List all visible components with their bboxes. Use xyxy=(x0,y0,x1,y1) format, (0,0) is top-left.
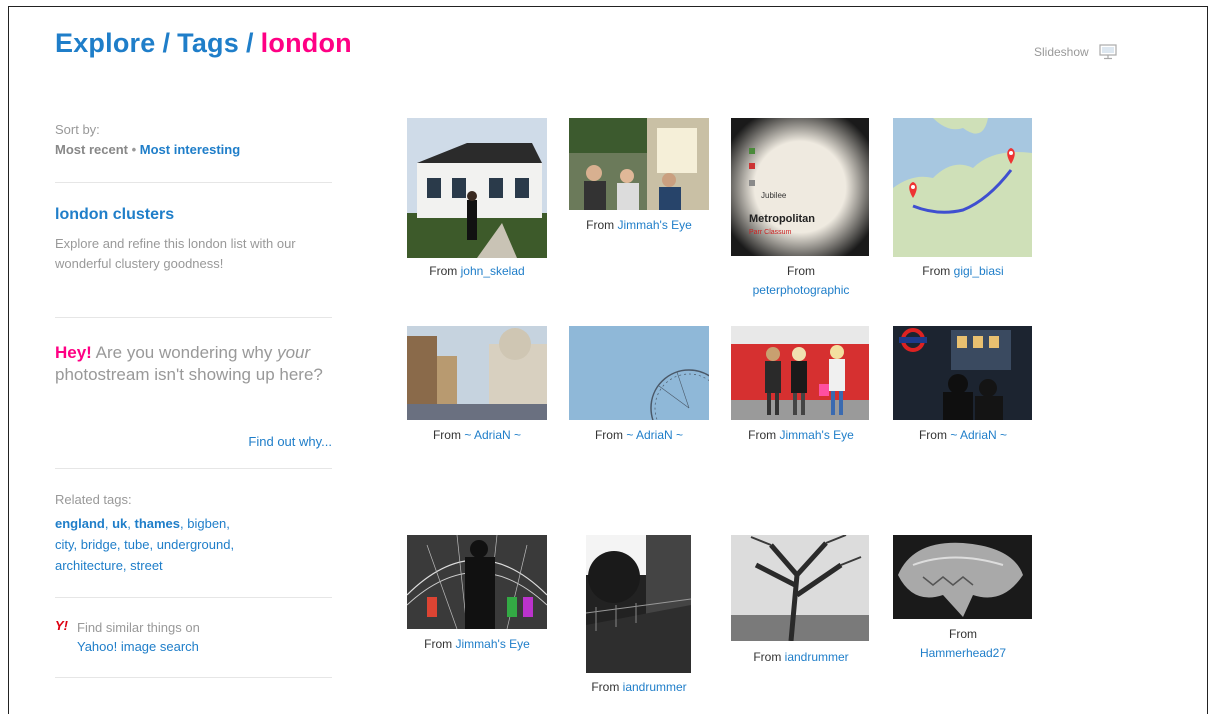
caption-from: From xyxy=(949,627,977,641)
map-text-metropolitan: Metropolitan xyxy=(749,213,815,225)
divider xyxy=(55,317,332,318)
photo-caption: From gigi_biasi xyxy=(888,262,1038,281)
divider xyxy=(55,468,332,469)
photo-author-link[interactable]: Jimmah's Eye xyxy=(456,637,530,651)
photo-thumbnail[interactable]: Metropolitan Parr Classum Jubilee xyxy=(731,118,869,256)
sort-most-interesting-link[interactable]: Most interesting xyxy=(140,142,240,157)
yahoo-logo-icon: Y! xyxy=(55,618,68,633)
sort-label: Sort by: xyxy=(55,122,100,137)
photo-caption: From ~ AdriaN ~ xyxy=(888,426,1038,445)
photo-caption: From ~ AdriaN ~ xyxy=(564,426,714,445)
yahoo-image-search-link[interactable]: Yahoo! image search xyxy=(77,637,200,656)
caption-from: From xyxy=(594,428,623,442)
yahoo-search-promo: Y! Find similar things on Yahoo! image s… xyxy=(55,618,200,656)
tag-link[interactable]: city xyxy=(55,537,74,552)
photo-thumbnail[interactable] xyxy=(893,118,1032,257)
photostream-notice: Hey! Are you wondering why your photostr… xyxy=(55,342,335,386)
caption-from: From xyxy=(748,428,777,442)
photo-author-link[interactable]: ~ AdriaN ~ xyxy=(464,428,521,442)
tag-link[interactable]: bigben xyxy=(187,516,226,531)
photo-author-link[interactable]: ~ AdriaN ~ xyxy=(950,428,1007,442)
photo-caption: From Jimmah's Eye xyxy=(402,635,552,654)
sort-separator: • xyxy=(131,142,137,157)
tag-link[interactable]: street xyxy=(130,558,163,573)
map-text-parr: Parr Classum xyxy=(749,229,792,236)
photo-author-link[interactable]: ~ AdriaN ~ xyxy=(626,428,683,442)
monitor-icon xyxy=(1099,44,1117,60)
breadcrumb-tags[interactable]: Tags xyxy=(177,28,239,58)
caption-from: From xyxy=(591,680,620,694)
photo-thumbnail[interactable] xyxy=(407,326,547,420)
photo-thumbnail[interactable] xyxy=(893,326,1032,420)
notice-text-2: photostream isn't showing up here? xyxy=(55,365,323,384)
photo-caption: From Jimmah's Eye xyxy=(564,216,714,235)
photo-caption: From peterphotographic xyxy=(726,262,876,300)
caption-from: From xyxy=(753,650,782,664)
find-out-why-link[interactable]: Find out why... xyxy=(248,434,332,449)
photo-caption: From Hammerhead27 xyxy=(888,625,1038,663)
photo-thumbnail[interactable] xyxy=(407,535,547,629)
photo-author-link[interactable]: Jimmah's Eye xyxy=(780,428,854,442)
photo-author-link[interactable]: iandrummer xyxy=(785,650,849,664)
photo-thumbnail[interactable] xyxy=(893,535,1032,619)
divider xyxy=(55,677,332,678)
caption-from: From xyxy=(432,428,461,442)
related-tags-list: england, uk, thames, bigben, city, bridg… xyxy=(55,516,235,573)
tag-link[interactable]: bridge xyxy=(81,537,117,552)
photo-author-link[interactable]: peterphotographic xyxy=(726,281,876,300)
photo-thumbnail[interactable] xyxy=(569,118,709,210)
photo-caption: From ~ AdriaN ~ xyxy=(402,426,552,445)
breadcrumb-current-tag: london xyxy=(260,28,352,58)
slideshow-button[interactable]: Slideshow xyxy=(1034,44,1117,60)
breadcrumb-separator: / xyxy=(245,28,254,58)
caption-from: From xyxy=(429,264,458,278)
photo-caption: From Jimmah's Eye xyxy=(726,426,876,445)
clusters-link[interactable]: london clusters xyxy=(55,206,174,224)
photo-caption: From john_skelad xyxy=(402,262,552,281)
tag-link[interactable]: thames xyxy=(134,516,180,531)
tag-link[interactable]: tube xyxy=(124,537,149,552)
photo-author-link[interactable]: john_skelad xyxy=(461,264,525,278)
related-tags-label: Related tags: xyxy=(55,492,132,507)
photo-author-link[interactable]: gigi_biasi xyxy=(954,264,1004,278)
hey-word: Hey! xyxy=(55,343,92,362)
yahoo-promo-text: Find similar things on xyxy=(77,620,200,635)
map-text-jubilee: Jubilee xyxy=(761,191,787,200)
caption-from: From xyxy=(787,264,815,278)
caption-from: From xyxy=(424,637,453,651)
photo-thumbnail[interactable] xyxy=(407,118,547,258)
sort-most-recent: Most recent xyxy=(55,142,128,157)
notice-italic: your xyxy=(277,343,311,362)
breadcrumb-explore[interactable]: Explore xyxy=(55,28,155,58)
photo-thumbnail[interactable] xyxy=(569,326,709,420)
caption-from: From xyxy=(922,264,951,278)
tag-link[interactable]: architecture xyxy=(55,558,123,573)
clusters-description: Explore and refine this london list with… xyxy=(55,236,296,271)
divider xyxy=(55,182,332,183)
caption-from: From xyxy=(586,218,615,232)
breadcrumb-separator: / xyxy=(162,28,171,58)
tag-link[interactable]: england xyxy=(55,516,105,531)
page-title: Explore / Tags / london xyxy=(55,28,352,59)
tag-link[interactable]: underground xyxy=(157,537,231,552)
notice-text-1: Are you wondering why xyxy=(91,343,278,362)
photo-thumbnail[interactable] xyxy=(586,535,691,673)
divider xyxy=(55,597,332,598)
photo-author-link[interactable]: iandrummer xyxy=(623,680,687,694)
photo-thumbnail[interactable] xyxy=(731,535,869,641)
photo-author-link[interactable]: Hammerhead27 xyxy=(888,644,1038,663)
photo-thumbnail[interactable] xyxy=(731,326,869,420)
tag-link[interactable]: uk xyxy=(112,516,127,531)
slideshow-label: Slideshow xyxy=(1034,45,1089,59)
caption-from: From xyxy=(918,428,947,442)
photo-caption: From iandrummer xyxy=(564,678,714,697)
sort-options: Most recent • Most interesting xyxy=(55,142,240,157)
photo-caption: From iandrummer xyxy=(726,648,876,667)
photo-author-link[interactable]: Jimmah's Eye xyxy=(618,218,692,232)
